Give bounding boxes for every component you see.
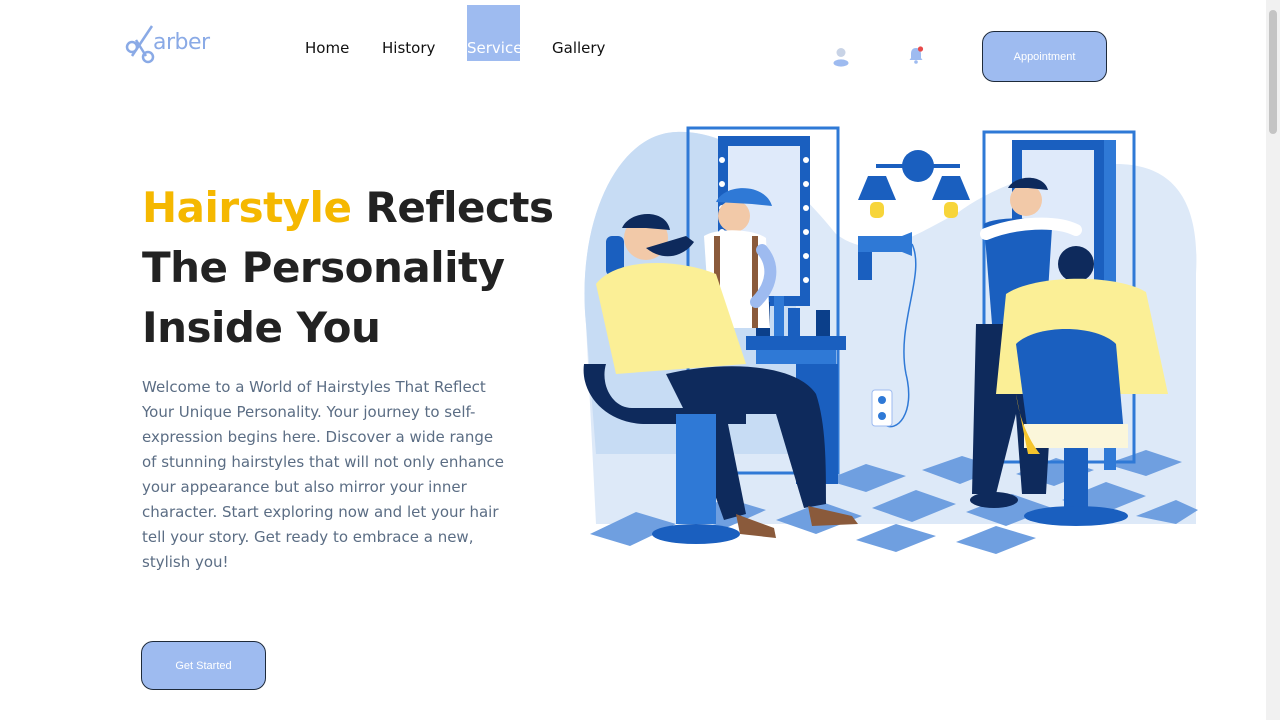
user-icon[interactable]	[832, 47, 850, 71]
nav-item-gallery[interactable]: Gallery	[552, 37, 605, 59]
nav-item-history[interactable]: History	[382, 37, 435, 59]
logo-text: arber	[153, 30, 210, 55]
hero-title-rest: Reflects	[351, 183, 554, 232]
brand-logo[interactable]: arber	[124, 22, 234, 66]
nav-item-service[interactable]: Service	[467, 5, 522, 61]
hero-description: Welcome to a World of Hairstyles That Re…	[142, 378, 505, 571]
hero-title: Hairstyle Reflects The Personality Insid…	[142, 178, 562, 358]
scrollbar-thumb[interactable]	[1269, 10, 1277, 134]
barbershop-illustration	[576, 124, 1200, 556]
nav-item-home[interactable]: Home	[305, 37, 349, 59]
bell-icon[interactable]	[907, 45, 925, 69]
hero-title-line-3: Inside You	[142, 303, 381, 352]
get-started-button[interactable]: Get Started	[141, 641, 266, 690]
appointment-button[interactable]: Appointment	[982, 31, 1107, 82]
scrollbar[interactable]	[1266, 0, 1280, 720]
hero-title-line-2: The Personality	[142, 243, 505, 292]
hero-title-highlight: Hairstyle	[142, 183, 352, 232]
